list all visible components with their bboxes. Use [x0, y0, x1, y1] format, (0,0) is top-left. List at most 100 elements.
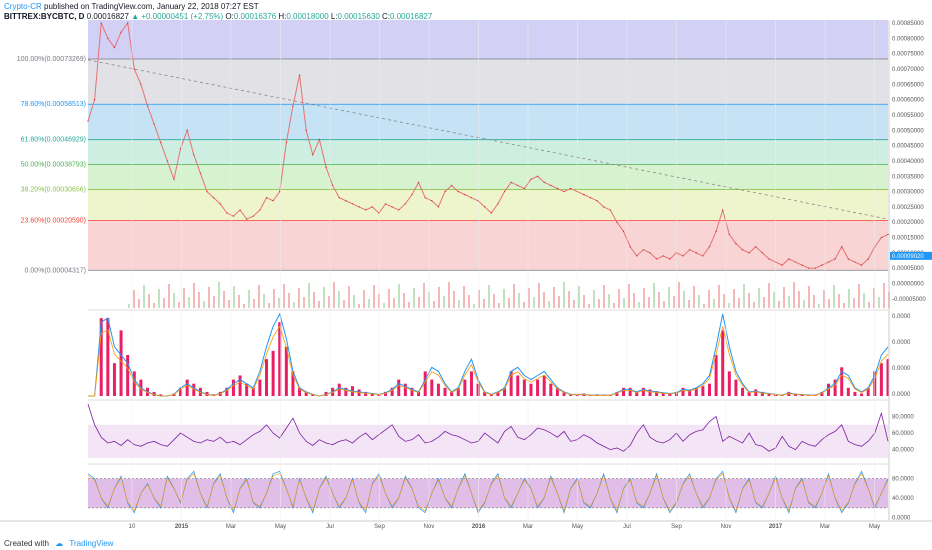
macd-hist-bar [741, 387, 745, 396]
volume-bar [448, 282, 450, 308]
fib-level-label: 61.80%(0.00046929) [21, 137, 86, 144]
volume-bar [673, 296, 675, 308]
footer: Created with ☁ TradingView [4, 539, 113, 548]
price-point [821, 264, 823, 266]
macd-hist-bar [231, 379, 235, 396]
macd-hist-bar [516, 375, 520, 396]
price-point [424, 197, 426, 199]
volume-bar [558, 296, 560, 308]
price-axes[interactable]: 0.00085000 0.00080000 0.00075000 0.00070000… [888, 20, 932, 522]
volume-bar [128, 304, 130, 308]
volume-bar [698, 295, 700, 308]
volume-bar [573, 300, 575, 308]
volume-bar [233, 286, 235, 308]
price-point [292, 105, 294, 107]
volume-bar [578, 286, 580, 308]
volume-bar [313, 292, 315, 308]
volume-bar [438, 287, 440, 308]
volume-bar [318, 301, 320, 308]
price-point [166, 160, 168, 162]
volume-bar [708, 290, 710, 308]
price-point [761, 252, 763, 254]
volume-bar [663, 301, 665, 308]
volume-bar [143, 285, 145, 308]
price-tick-label: 0.00060000 [892, 98, 924, 104]
macd-hist-bar [522, 379, 526, 396]
price-point [404, 203, 406, 205]
volume-bar [628, 284, 630, 308]
price-point [490, 212, 492, 214]
price-point [755, 246, 757, 248]
volume-bar [718, 285, 720, 308]
price-point [186, 129, 188, 131]
volume-bar [863, 293, 865, 308]
macd-hist-bar [278, 322, 282, 396]
price-point [107, 37, 109, 39]
volume-bar [383, 303, 385, 308]
macd-signal-line[interactable] [88, 325, 889, 397]
stoch-panel[interactable] [87, 463, 889, 514]
price-point [722, 209, 724, 211]
chart-canvas[interactable]: 100.00%(0.00073269) 78.60%(0.00058513) 61.… [0, 0, 932, 550]
price-point [510, 181, 512, 183]
volume-bar [798, 291, 800, 308]
volume-bar [193, 283, 195, 308]
volume-bar [733, 289, 735, 308]
price-tick-label: -0.00005000 [892, 297, 926, 303]
volume-bar [883, 283, 885, 308]
price-point [669, 258, 671, 260]
price-point [887, 233, 889, 236]
price-point [841, 246, 843, 248]
volume-bar [538, 283, 540, 308]
volume-bar [723, 294, 725, 308]
time-tick-label: 2016 [472, 524, 486, 530]
price-point [140, 83, 142, 85]
tradingview-brand[interactable]: TradingView [69, 539, 113, 548]
price-point [801, 264, 803, 266]
price-point [629, 246, 631, 248]
volume-bar [633, 293, 635, 308]
price-point [470, 197, 473, 199]
fib-level-label: 50.00%(0.00038793) [21, 162, 86, 169]
fib-band-top [88, 20, 888, 60]
volume-bar [523, 302, 525, 308]
macd-line[interactable] [88, 312, 889, 397]
time-tick-label: Jul [623, 524, 631, 530]
volume-bar [148, 294, 150, 308]
price-point [332, 184, 334, 187]
volume-bar [813, 295, 815, 308]
price-point [325, 166, 327, 168]
macd-panel[interactable] [88, 309, 890, 397]
macd-hist-bar [549, 383, 553, 396]
macd-tick-label: 0.0000 [892, 340, 911, 346]
price-point [120, 31, 122, 33]
volume-bar [243, 304, 245, 308]
macd-hist-bar [707, 383, 711, 396]
price-point [834, 258, 836, 260]
macd-hist-bar [879, 363, 883, 396]
volume-bar [513, 284, 515, 308]
price-point [867, 258, 869, 260]
volume-bar [678, 282, 680, 308]
price-point [219, 203, 221, 205]
price-point [781, 264, 783, 266]
price-point [570, 187, 572, 190]
rsi-panel[interactable] [87, 399, 889, 458]
volume-bar [393, 298, 395, 308]
volume-bar [593, 290, 595, 308]
macd-hist-bar [536, 379, 540, 396]
price-point [259, 209, 261, 211]
macd-hist-bar [469, 371, 473, 396]
volume-bar [638, 302, 640, 308]
time-tick-label: Mar [226, 524, 236, 530]
price-point [788, 258, 790, 260]
price-panel[interactable]: 100.00%(0.00073269) 78.60%(0.00058513) 61.… [17, 20, 890, 308]
price-tick-label: 0.00000000 [892, 281, 924, 287]
volume-bar [173, 293, 175, 308]
price-point [854, 261, 856, 263]
price-tick-label: 0.00045000 [892, 144, 924, 150]
price-tick-label: 0.00005000 [892, 266, 924, 272]
fib-level-label: 38.20%(0.00030656) [21, 187, 86, 194]
price-point [827, 261, 830, 263]
rsi-tick-label: 40.0000 [892, 448, 914, 454]
